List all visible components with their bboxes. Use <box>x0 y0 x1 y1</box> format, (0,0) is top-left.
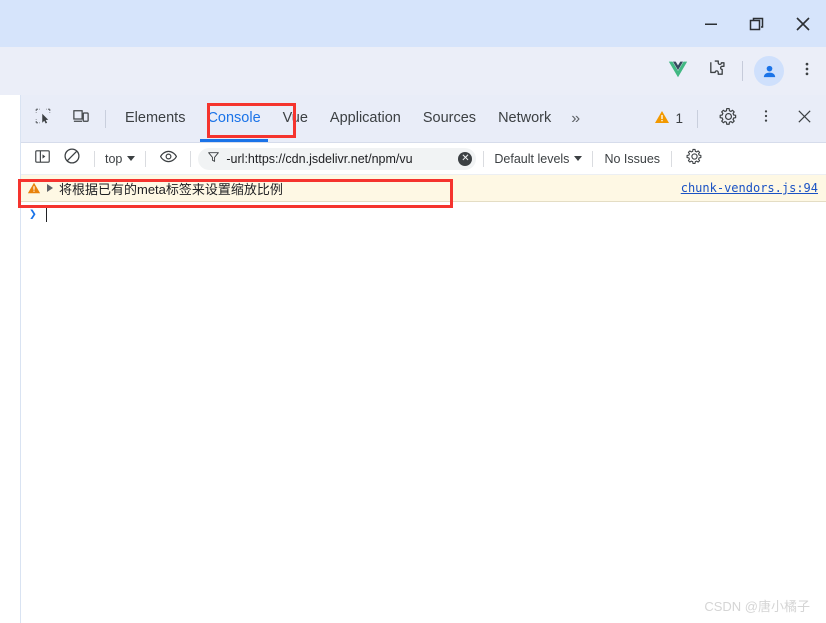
vue-devtools-button[interactable] <box>659 51 697 91</box>
clear-console-icon <box>63 147 81 170</box>
execution-context-label: top <box>105 151 123 166</box>
console-toolbar-divider-3 <box>190 150 192 167</box>
clear-console-button[interactable] <box>59 146 85 172</box>
chevron-down-icon <box>127 156 136 161</box>
browser-toolbar <box>0 47 826 136</box>
window-minimize-button[interactable] <box>688 1 734 47</box>
clear-input-icon[interactable]: ✕ <box>458 151 473 166</box>
console-prompt-row[interactable]: ❯ <box>21 202 826 226</box>
window-titlebar <box>0 0 826 47</box>
inspect-element-icon <box>34 107 52 130</box>
more-tabs-button[interactable]: » <box>562 110 588 128</box>
console-toolbar: top -url:https://cdn.jsdelivr.net/npm/vu… <box>21 143 826 175</box>
three-dot-menu-icon <box>758 108 774 129</box>
three-dot-menu-icon <box>798 60 816 83</box>
log-levels-selector[interactable]: Default levels <box>491 152 585 166</box>
gear-icon <box>719 107 738 131</box>
console-sidebar-icon <box>34 148 51 170</box>
tab-console[interactable]: Console <box>196 95 271 142</box>
console-settings-button[interactable] <box>681 146 707 172</box>
console-message-list: 将根据已有的meta标签来设置缩放比例 chunk-vendors.js:94 … <box>21 175 826 618</box>
tab-application[interactable]: Application <box>319 95 412 142</box>
close-icon <box>796 108 813 130</box>
console-message-text: 将根据已有的meta标签来设置缩放比例 <box>59 181 283 197</box>
console-toolbar-divider-4 <box>483 150 485 167</box>
issues-status[interactable]: No Issues <box>600 152 664 166</box>
warning-count-label: 1 <box>675 111 683 126</box>
tab-elements[interactable]: Elements <box>114 95 196 142</box>
gear-icon <box>686 148 703 170</box>
console-warning-message[interactable]: 将根据已有的meta标签来设置缩放比例 chunk-vendors.js:94 <box>21 175 826 202</box>
devtools-more-options-button[interactable] <box>750 103 782 135</box>
account-avatar-icon <box>754 56 784 86</box>
window-restore-button[interactable] <box>734 1 780 47</box>
filter-funnel-icon <box>207 150 220 168</box>
disclosure-triangle-icon[interactable] <box>47 184 53 192</box>
toolbar-divider <box>742 61 743 81</box>
devtools-tabbar: Elements Console Vue Application Sources… <box>21 95 826 143</box>
tab-sources[interactable]: Sources <box>412 95 487 142</box>
warning-triangle-icon <box>27 181 41 195</box>
extensions-button[interactable] <box>697 51 735 91</box>
vue-logo-icon <box>667 58 689 85</box>
devtools-close-button[interactable] <box>788 103 820 135</box>
execution-context-selector[interactable]: top <box>102 152 138 166</box>
console-toolbar-divider-6 <box>671 150 673 167</box>
browser-menu-button[interactable] <box>788 51 826 91</box>
console-filter-input[interactable]: -url:https://cdn.jsdelivr.net/npm/vu ✕ <box>198 147 477 170</box>
tabbar-divider-right <box>697 109 698 128</box>
window-close-button[interactable] <box>780 1 826 47</box>
console-toolbar-divider-2 <box>145 150 147 167</box>
console-filter-value: -url:https://cdn.jsdelivr.net/npm/vu <box>226 151 413 166</box>
live-expression-button[interactable] <box>155 146 181 172</box>
warning-count-badge[interactable]: 1 <box>644 109 689 128</box>
tab-network[interactable]: Network <box>487 95 562 142</box>
console-message-source-link[interactable]: chunk-vendors.js:94 <box>681 181 818 195</box>
puzzle-icon <box>706 58 727 84</box>
tab-vue[interactable]: Vue <box>272 95 319 142</box>
watermark-text: CSDN @唐小橘子 <box>704 599 810 614</box>
device-toolbar-button[interactable] <box>65 103 97 135</box>
console-sidebar-button[interactable] <box>29 146 55 172</box>
browser-window: Elements Console Vue Application Sources… <box>0 0 826 623</box>
devtools-panel: Elements Console Vue Application Sources… <box>20 95 826 623</box>
console-toolbar-divider-5 <box>592 150 594 167</box>
console-prompt-arrow-icon: ❯ <box>29 206 37 222</box>
live-expression-eye-icon <box>159 147 178 171</box>
chevron-down-icon <box>574 156 583 161</box>
text-cursor <box>45 206 47 222</box>
devtools-settings-button[interactable] <box>712 103 744 135</box>
device-toggle-icon <box>72 107 90 130</box>
warning-triangle-icon <box>654 109 670 128</box>
console-toolbar-divider <box>94 150 95 167</box>
devtools-tabbar-right: 1 <box>644 103 826 135</box>
tabbar-divider <box>105 109 106 128</box>
inspect-element-button[interactable] <box>27 103 59 135</box>
log-levels-label: Default levels <box>494 151 570 166</box>
profile-button[interactable] <box>750 51 788 91</box>
